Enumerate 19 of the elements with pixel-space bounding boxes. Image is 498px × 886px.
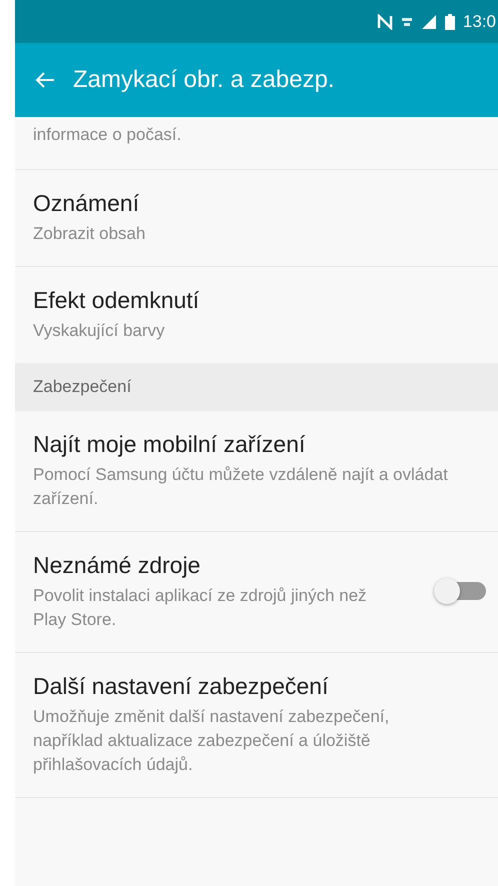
nfc-icon [376,14,393,30]
setting-title[interactable]: Efekt odemknutí [33,285,458,315]
section-header: Zabezpečení [15,363,498,411]
clock: 13:0 [462,12,496,32]
setting-title[interactable]: Najít moje mobilní zařízení [33,429,458,459]
setting-title[interactable]: Další nastavení zabezpečení [33,671,458,701]
signal-icon [420,14,437,28]
setting-summary: informace o počasí. [33,124,182,146]
setting-summary: Vyskakující barvy [33,320,166,342]
setting-title[interactable]: Neznámé zdroje [33,550,386,580]
lte-icon [400,16,413,28]
setting-summary: Pomocí Samsung účtu můžete vzdáleně najít a ovládat zařízení. [33,464,449,510]
setting-title[interactable]: Oznámení [33,188,458,218]
setting-summary: Umožňuje změnit další nastavení zabezpečení, například aktualizace zabezpečení a úložiště přihlašovacích údajů. [33,706,390,776]
battery-icon [444,14,455,30]
setting-summary: Zobrazit obsah [33,223,146,245]
screen-title: Zamykací obr. a zabezp. [73,66,334,94]
setting-summary: Povolit instalaci aplikací ze zdrojů jiných než Play Store. [33,585,368,631]
back-arrow-icon[interactable] [35,71,55,89]
